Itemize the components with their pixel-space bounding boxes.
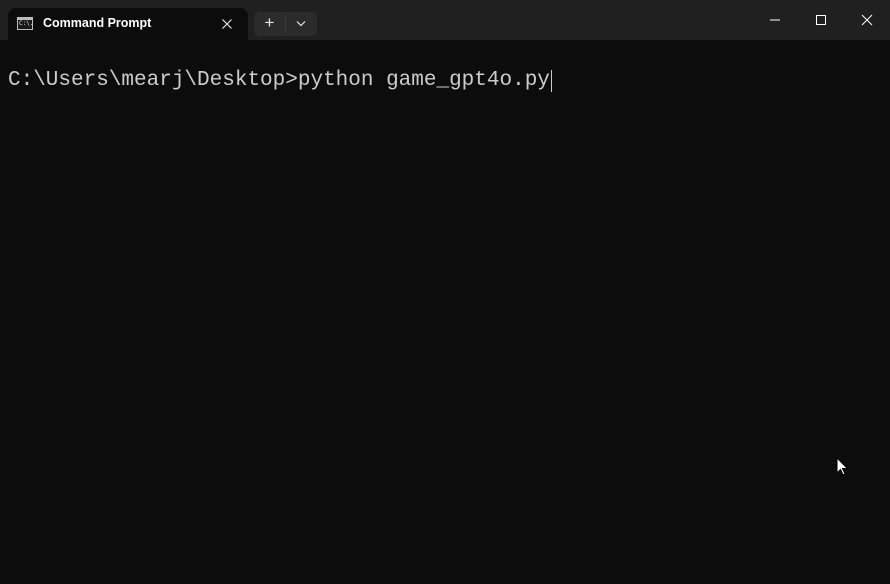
tab-command-prompt[interactable]: C:\. Command Prompt	[8, 8, 248, 40]
command-text: python game_gpt4o.py	[297, 69, 550, 92]
maximize-button[interactable]	[798, 0, 844, 40]
new-tab-group: +	[254, 12, 317, 36]
maximize-icon	[816, 15, 826, 25]
new-tab-button[interactable]: +	[254, 12, 285, 36]
close-button[interactable]	[844, 0, 890, 40]
terminal-output[interactable]: C:\Users\mearj\Desktop>python game_gpt4o…	[8, 69, 553, 92]
cmd-icon: C:\.	[17, 17, 33, 30]
prompt-text: C:\Users\mearj\Desktop>	[8, 69, 298, 92]
chevron-down-icon	[296, 21, 306, 27]
minimize-icon	[770, 19, 780, 21]
close-icon	[861, 14, 873, 26]
mouse-pointer-icon	[836, 457, 849, 476]
text-cursor	[550, 70, 553, 92]
close-icon	[222, 19, 232, 29]
tab-title: Command Prompt	[43, 16, 152, 30]
tab-close-button[interactable]	[217, 14, 237, 34]
title-bar[interactable]: C:\. Command Prompt +	[0, 0, 890, 40]
minimize-button[interactable]	[752, 0, 798, 40]
plus-icon: +	[264, 13, 275, 32]
tab-dropdown-button[interactable]	[286, 12, 317, 36]
